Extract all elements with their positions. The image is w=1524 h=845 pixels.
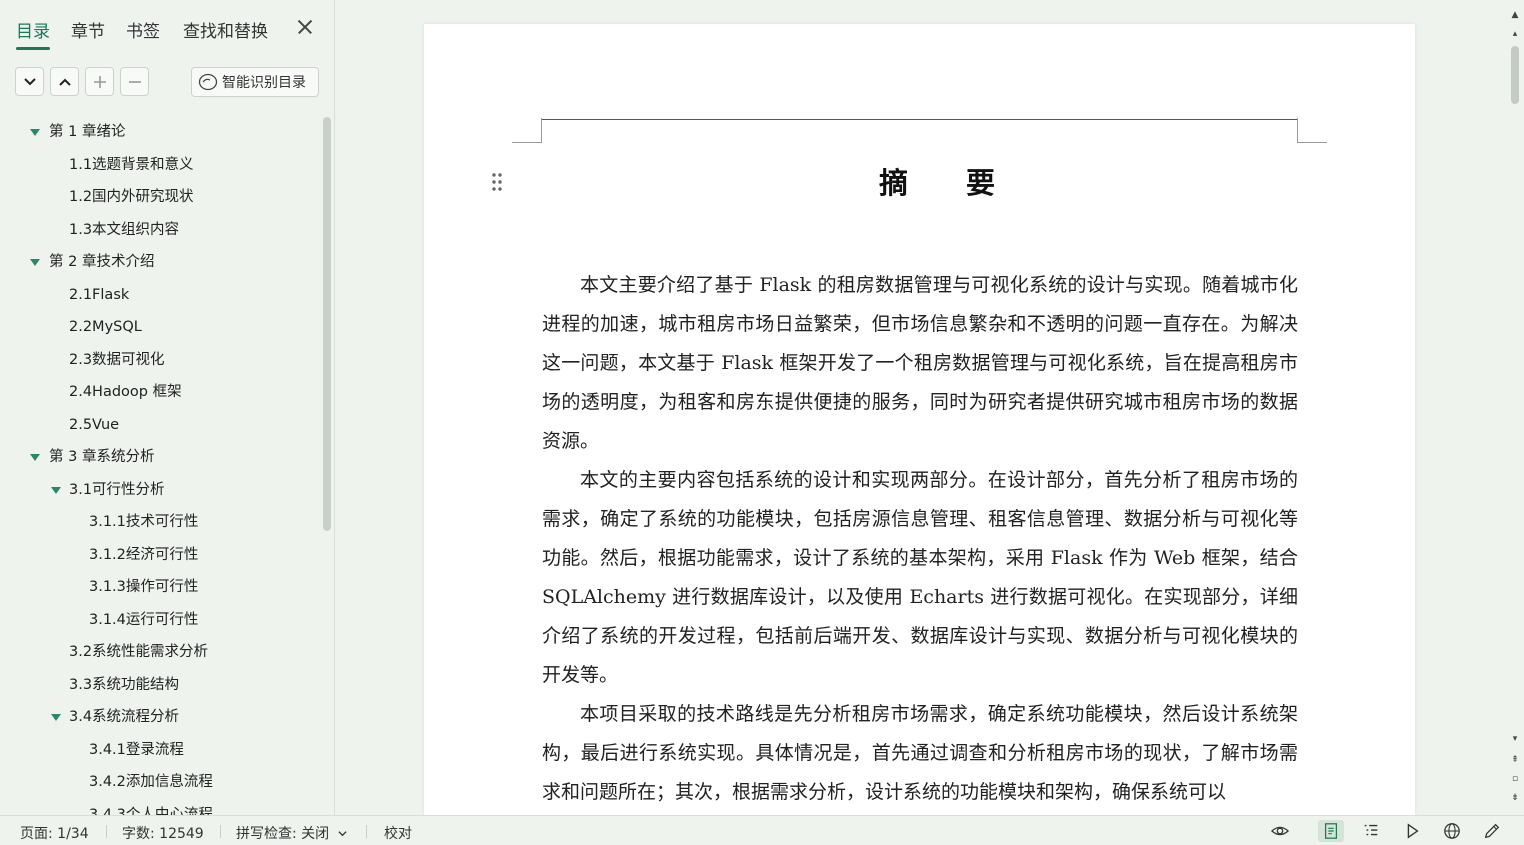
toc-item[interactable]: 3.3系统功能结构 [69,672,179,698]
tab-bookmarks[interactable]: 书签 [126,17,160,42]
smart-toc-label: 智能识别目录 [222,75,306,91]
spell-check-label: 拼写检查: 关闭 [236,826,330,842]
toc-item[interactable]: 3.4.3个人中心流程 [89,802,213,816]
divider [106,825,107,838]
prev-page-icon[interactable]: ⇞ [1511,755,1519,765]
toc-item[interactable]: 2.3数据可视化 [69,347,165,373]
expand-arrow-icon[interactable] [30,454,40,461]
scroll-up-icon[interactable]: ▴ [1511,29,1519,39]
document-page[interactable]: 摘 要 本文主要介绍了基于 Flask 的租房数据管理与可视化系统的设计与实现。… [424,24,1415,815]
divider [220,825,221,838]
spell-check-toggle[interactable]: 拼写检查: 关闭 [236,823,347,843]
toc-item[interactable]: 3.1.2经济可行性 [89,542,198,568]
toc-item[interactable]: 3.1可行性分析 [69,477,165,503]
chevron-up-icon [58,78,71,86]
expand-arrow-icon[interactable] [30,259,40,266]
toc-sidebar: 目录 章节 书签 查找和替换 智能识别目录 第 1 章绪论 1.1选题背景和意义 1… [0,0,335,815]
toc-item[interactable]: 3.4系统流程分析 [69,704,179,730]
page-header-line [541,119,1298,120]
outline-view-icon[interactable] [1358,820,1384,842]
scroll-down-icon[interactable]: ▾ [1511,734,1519,744]
paragraph: 本项目采取的技术路线是先分析租房市场需求，确定系统功能模块，然后设计系统架构，最… [542,703,1298,803]
smart-toc-button[interactable]: 智能识别目录 [191,67,319,97]
toc-item[interactable]: 2.5Vue [69,412,119,438]
scroll-top-icon[interactable]: ▲ [1511,10,1519,20]
document-scrollbar[interactable]: ▲ ▴ ▾ ⇞ ▫ ⇟ [1504,0,1524,815]
toc-item[interactable]: 3.4.2添加信息流程 [89,769,213,795]
pen-icon[interactable] [1479,820,1505,842]
web-view-icon[interactable] [1439,820,1465,842]
tab-find-replace[interactable]: 查找和替换 [183,17,268,42]
sidebar-tabs: 目录 章节 书签 查找和替换 [0,0,335,54]
toc-item[interactable]: 3.2系统性能需求分析 [69,639,208,665]
toc-item[interactable]: 第 2 章技术介绍 [49,249,154,275]
close-icon[interactable] [295,17,315,37]
expand-arrow-icon[interactable] [51,486,61,494]
status-bar: 页面: 1/34 字数: 12549 拼写检查: 关闭 校对 [0,815,1524,845]
toc-item[interactable]: 3.4.1登录流程 [89,737,184,763]
eye-icon[interactable] [1267,820,1293,842]
add-heading-button[interactable] [85,67,114,96]
proofread-button[interactable]: 校对 [384,823,412,843]
plus-icon [93,75,106,88]
toc-item[interactable]: 第 1 章绪论 [49,119,125,145]
toc-item[interactable]: 1.2国内外研究现状 [69,184,194,210]
margin-corner-left [512,118,542,143]
paragraph: 本文主要介绍了基于 Flask 的租房数据管理与可视化系统的设计与实现。随着城市… [542,274,1298,452]
expand-arrow-icon[interactable] [30,129,40,136]
toc-item[interactable]: 第 3 章系统分析 [49,444,154,470]
play-icon[interactable] [1399,820,1425,842]
toc-item[interactable]: 3.1.1技术可行性 [89,509,198,535]
toc-item[interactable]: 2.4Hadoop 框架 [69,379,182,405]
toc-item[interactable]: 2.2MySQL [69,314,142,340]
toc-item[interactable]: 1.3本文组织内容 [69,217,179,243]
page-view-icon[interactable] [1318,820,1344,842]
next-page-icon[interactable]: ⇟ [1511,793,1519,803]
expand-arrow-icon[interactable] [51,714,61,721]
scrollbar-thumb[interactable] [1511,46,1519,104]
toc-item[interactable]: 2.1Flask [69,282,129,308]
page-title: 摘 要 [878,166,1020,200]
chevron-down-icon [23,77,36,85]
page-select-icon[interactable]: ▫ [1511,774,1519,784]
document-body[interactable]: 本文主要介绍了基于 Flask 的租房数据管理与可视化系统的设计与实现。随着城市… [542,266,1298,812]
smart-recognize-icon [198,73,218,91]
toc-item[interactable]: 3.1.3操作可行性 [89,574,198,600]
paragraph: 本文的主要内容包括系统的设计和实现两部分。在设计部分，首先分析了租房市场的需求，… [542,469,1298,686]
collapse-up-button[interactable] [50,67,79,96]
margin-corner-right [1297,118,1327,143]
tab-toc[interactable]: 目录 [16,17,50,50]
toc-item[interactable]: 3.1.4运行可行性 [89,607,198,633]
sidebar-scrollbar[interactable] [323,117,331,531]
toc-list: 第 1 章绪论 1.1选题背景和意义 1.2国内外研究现状 1.3本文组织内容第 2 … [0,116,320,815]
chevron-down-icon [338,831,347,837]
minus-icon [128,80,141,83]
toc-item[interactable]: 1.1选题背景和意义 [69,152,194,178]
remove-heading-button[interactable] [120,67,149,96]
page-indicator[interactable]: 页面: 1/34 [20,823,89,843]
word-count[interactable]: 字数: 12549 [122,823,204,843]
tab-chapters[interactable]: 章节 [71,17,105,42]
divider [366,825,367,838]
expand-down-button[interactable] [15,67,44,96]
